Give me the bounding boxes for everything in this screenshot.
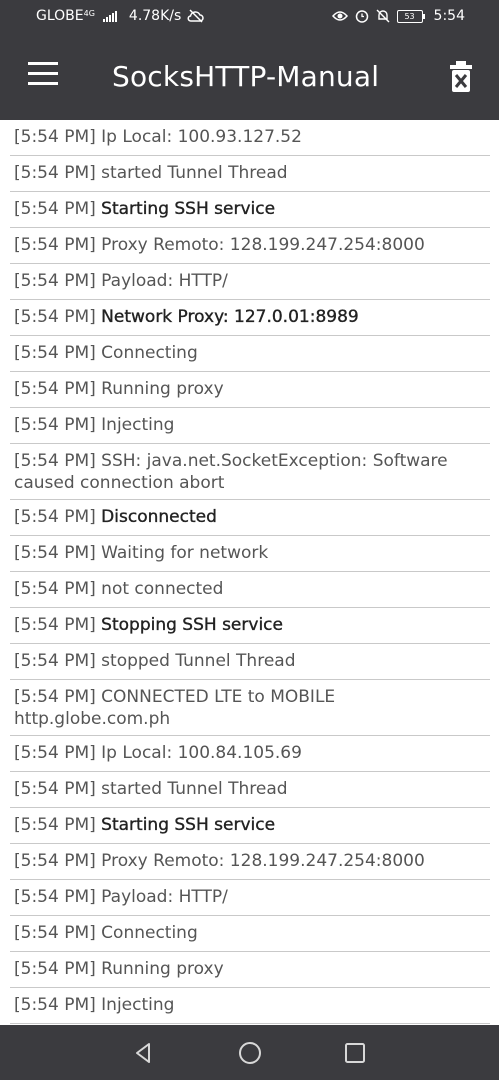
log-entry: [5:54 PM] Payload: HTTP/ bbox=[10, 880, 490, 916]
recents-square-icon[interactable] bbox=[340, 1038, 370, 1068]
log-entry: [5:54 PM] Ip Local: 100.84.105.69 bbox=[10, 736, 490, 772]
log-timestamp: [5:54 PM] bbox=[14, 959, 96, 979]
log-message: Stopping SSH service bbox=[101, 615, 283, 635]
log-timestamp: [5:54 PM] bbox=[14, 851, 96, 871]
log-timestamp: [5:54 PM] bbox=[14, 163, 96, 183]
home-circle-icon[interactable] bbox=[235, 1038, 265, 1068]
battery-icon: 53 bbox=[396, 9, 425, 23]
log-timestamp: [5:54 PM] bbox=[14, 687, 96, 707]
signal-icon bbox=[102, 10, 117, 22]
status-bar: GLOBE 4G 4.78K/s 53 5:54 bbox=[0, 0, 499, 34]
log-entry: [5:54 PM] Starting SSH service bbox=[10, 192, 490, 228]
log-timestamp: [5:54 PM] bbox=[14, 199, 96, 219]
network-type: 4G bbox=[83, 8, 95, 18]
log-entry: [5:54 PM] Proxy Remoto: 128.199.247.254:… bbox=[10, 844, 490, 880]
log-message: Injecting bbox=[101, 415, 175, 435]
log-timestamp: [5:54 PM] bbox=[14, 923, 96, 943]
status-bar-left: GLOBE 4G 4.78K/s bbox=[36, 8, 205, 24]
log-message: Waiting for network bbox=[101, 543, 269, 563]
log-message: Payload: HTTP/ bbox=[101, 271, 228, 291]
log-message: Starting SSH service bbox=[101, 199, 276, 219]
hamburger-menu-icon[interactable] bbox=[22, 62, 62, 92]
log-entry: [5:54 PM] Running proxy bbox=[10, 372, 490, 408]
log-entry: [5:54 PM] SSH: java.net.SocketException:… bbox=[10, 444, 490, 500]
log-message: started Tunnel Thread bbox=[101, 163, 288, 183]
log-entry: [5:54 PM] stopped Tunnel Thread bbox=[10, 644, 490, 680]
log-entry: [5:54 PM] Running proxy bbox=[10, 952, 490, 988]
log-entry: [5:54 PM] Payload: HTTP/ bbox=[10, 264, 490, 300]
app-title: SocksHTTP-Manual bbox=[112, 60, 380, 93]
log-timestamp: [5:54 PM] bbox=[14, 995, 96, 1015]
log-timestamp: [5:54 PM] bbox=[14, 543, 96, 563]
log-timestamp: [5:54 PM] bbox=[14, 743, 96, 763]
log-entry: [5:54 PM] Connecting bbox=[10, 916, 490, 952]
alarm-icon bbox=[355, 10, 368, 23]
status-bar-right: 53 5:54 bbox=[331, 8, 465, 24]
log-timestamp: [5:54 PM] bbox=[14, 343, 96, 363]
log-entry: [5:54 PM] Disconnected bbox=[10, 500, 490, 536]
log-entry: [5:54 PM] Proxy Remoto: 128.199.247.254:… bbox=[10, 228, 490, 264]
log-message: Starting SSH service bbox=[101, 815, 276, 835]
log-message: Connecting bbox=[101, 923, 198, 943]
back-triangle-icon[interactable] bbox=[129, 1038, 159, 1068]
log-entry: [5:54 PM] Stopping SSH service bbox=[10, 608, 490, 644]
log-message: Disconnected bbox=[101, 507, 217, 527]
log-entry: [5:54 PM] Injecting bbox=[10, 988, 490, 1024]
notifications-off-icon bbox=[376, 9, 390, 23]
log-timestamp: [5:54 PM] bbox=[14, 379, 96, 399]
log-timestamp: [5:54 PM] bbox=[14, 415, 96, 435]
log-entry: [5:54 PM] Network Proxy: 127.0.01:8989 bbox=[10, 300, 490, 336]
log-message: stopped Tunnel Thread bbox=[101, 651, 296, 671]
log-message: Proxy Remoto: 128.199.247.254:8000 bbox=[101, 851, 425, 871]
log-entry: [5:54 PM] Ip Local: 100.93.127.52 bbox=[10, 120, 490, 156]
network-speed: 4.78K/s bbox=[128, 8, 182, 24]
cloud-off-icon bbox=[187, 9, 204, 23]
log-message: Injecting bbox=[101, 995, 175, 1015]
log-message: Ip Local: 100.84.105.69 bbox=[101, 743, 302, 763]
log-timestamp: [5:54 PM] bbox=[14, 579, 96, 599]
log-message: Running proxy bbox=[101, 959, 224, 979]
log-entry: [5:54 PM] Connecting bbox=[10, 336, 490, 372]
log-timestamp: [5:54 PM] bbox=[14, 815, 96, 835]
log-message: Payload: HTTP/ bbox=[101, 887, 228, 907]
app-bar: SocksHTTP-Manual bbox=[0, 34, 499, 120]
log-message: started Tunnel Thread bbox=[101, 779, 288, 799]
log-timestamp: [5:54 PM] bbox=[14, 887, 96, 907]
log-entry: [5:54 PM] Starting SSH service bbox=[10, 808, 490, 844]
log-timestamp: [5:54 PM] bbox=[14, 127, 96, 147]
log-message: Network Proxy: 127.0.01:8989 bbox=[101, 307, 359, 327]
log-timestamp: [5:54 PM] bbox=[14, 779, 96, 799]
log-timestamp: [5:54 PM] bbox=[14, 615, 96, 635]
log-entry: [5:54 PM] not connected bbox=[10, 572, 490, 608]
navigation-bar bbox=[0, 1025, 499, 1080]
log-timestamp: [5:54 PM] bbox=[14, 271, 96, 291]
log-entry: [5:54 PM] started Tunnel Thread bbox=[10, 772, 490, 808]
clear-log-icon[interactable] bbox=[446, 60, 476, 94]
log-entry: [5:54 PM] Injecting bbox=[10, 408, 490, 444]
log-message: Connecting bbox=[101, 343, 198, 363]
clock: 5:54 bbox=[433, 8, 465, 24]
log-message: Running proxy bbox=[101, 379, 224, 399]
log-list[interactable]: [5:54 PM] Ip Local: 100.93.127.52 [5:54 P… bbox=[10, 120, 490, 1025]
log-message: not connected bbox=[101, 579, 224, 599]
log-timestamp: [5:54 PM] bbox=[14, 307, 96, 327]
log-timestamp: [5:54 PM] bbox=[14, 235, 96, 255]
carrier-name: GLOBE bbox=[36, 8, 84, 24]
eye-icon bbox=[331, 11, 348, 21]
log-entry: [5:54 PM] started Tunnel Thread bbox=[10, 156, 490, 192]
log-timestamp: [5:54 PM] bbox=[14, 651, 96, 671]
log-message: Ip Local: 100.93.127.52 bbox=[101, 127, 302, 147]
log-message: Proxy Remoto: 128.199.247.254:8000 bbox=[101, 235, 425, 255]
log-entry: [5:54 PM] Waiting for network bbox=[10, 536, 490, 572]
log-entry: [5:54 PM] CONNECTED LTE to MOBILE http.g… bbox=[10, 680, 490, 736]
log-timestamp: [5:54 PM] bbox=[14, 451, 96, 471]
log-timestamp: [5:54 PM] bbox=[14, 507, 96, 527]
